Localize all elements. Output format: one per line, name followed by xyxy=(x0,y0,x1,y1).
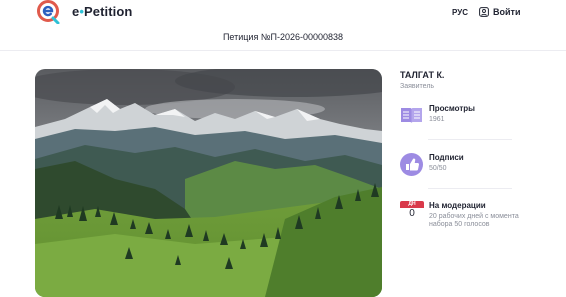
stat-divider xyxy=(428,188,512,189)
calendar-head: ДН xyxy=(400,201,424,208)
calendar-days-count: 0 xyxy=(409,208,415,219)
language-switcher[interactable]: РУС xyxy=(452,8,468,17)
petition-title: Петиция №П-2026-00000838 xyxy=(222,32,344,42)
book-icon xyxy=(400,104,423,127)
thumbs-up-icon xyxy=(400,153,423,176)
login-button[interactable]: Войти xyxy=(479,5,520,19)
header-divider xyxy=(0,50,566,51)
views-value: 1961 xyxy=(429,116,445,123)
petition-photo xyxy=(35,69,382,297)
signatures-value: 50/50 xyxy=(429,165,447,172)
logo-icon[interactable] xyxy=(36,0,62,25)
moderation-label: На модерации xyxy=(429,201,486,210)
stat-divider xyxy=(428,139,512,140)
author-name[interactable]: ТАЛГАТ К. xyxy=(400,70,444,80)
moderation-description: 20 рабочих дней с момента набора 50 голо… xyxy=(429,213,519,228)
user-icon xyxy=(479,7,489,17)
views-label: Просмотры xyxy=(429,104,476,113)
header: e•Petition РУС Войти xyxy=(0,0,566,25)
brand-name[interactable]: e•Petition xyxy=(72,4,132,19)
author-role: Заявитель xyxy=(400,83,435,90)
signatures-label: Подписи xyxy=(429,153,464,162)
calendar-icon: ДН 0 xyxy=(400,201,424,221)
login-label: Войти xyxy=(493,7,521,17)
brand-rest: Petition xyxy=(84,4,133,19)
